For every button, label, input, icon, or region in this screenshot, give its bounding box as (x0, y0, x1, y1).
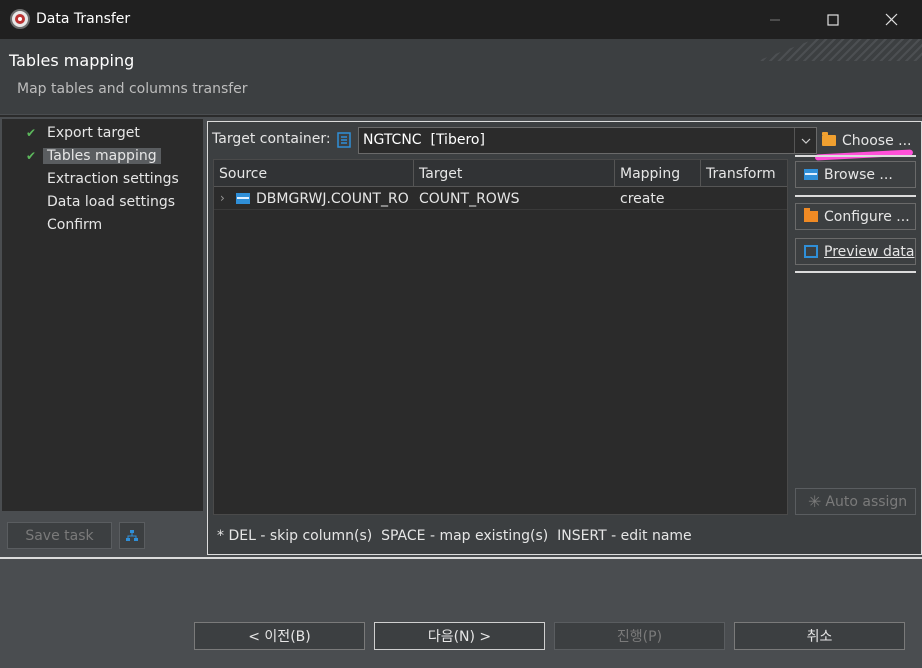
side-separator (795, 195, 916, 197)
folder-icon (804, 208, 818, 222)
wizard-navigation: ✔ Export target ✔ Tables mapping Extract… (2, 119, 203, 511)
cancel-button[interactable]: 취소 (734, 622, 905, 650)
wizard-header: Tables mapping Map tables and columns tr… (0, 39, 922, 114)
maximize-icon (827, 13, 839, 26)
header-divider (0, 115, 922, 117)
check-icon: ✔ (26, 149, 37, 163)
configure-button-label: Configure ... (824, 208, 910, 225)
target-container-value: NGTCNC [Tibero] (363, 132, 485, 148)
header-decoration (757, 39, 922, 61)
table-icon (236, 193, 250, 204)
close-icon (885, 13, 897, 26)
nav-item-export-target[interactable]: ✔ Export target (2, 122, 140, 144)
save-task-button[interactable]: Save task (7, 522, 112, 549)
close-button[interactable] (862, 0, 920, 39)
nav-item-label: Data load settings (47, 194, 176, 210)
mapping-cell[interactable]: create (620, 187, 700, 210)
nav-item-label: Confirm (47, 217, 103, 233)
target-container-select[interactable]: NGTCNC [Tibero] (358, 127, 817, 154)
preview-data-button-label: Preview data (824, 243, 915, 260)
source-cell: DBMGRWJ.COUNT_RO (236, 187, 412, 210)
nav-item-extraction-settings[interactable]: Extraction settings (2, 168, 179, 190)
target-container-label: Target container: (212, 131, 331, 147)
column-header-transform[interactable]: Transform (701, 160, 787, 187)
app-logo-icon (10, 9, 30, 29)
keyboard-hint: * DEL - skip column(s) SPACE - map exist… (217, 528, 692, 544)
column-header-mapping[interactable]: Mapping (615, 160, 701, 187)
nav-item-confirm[interactable]: Confirm (2, 214, 102, 236)
minimize-icon (770, 19, 780, 20)
save-task-config-button[interactable] (119, 522, 145, 549)
auto-assign-button-label: Auto assign (825, 493, 908, 510)
side-separator (795, 155, 916, 157)
title-bar: Data Transfer (0, 0, 922, 39)
preview-data-button[interactable]: Preview data (795, 238, 916, 265)
nav-item-label: Export target (47, 125, 140, 141)
configure-button[interactable]: Configure ... (795, 203, 916, 230)
mapping-table[interactable]: Source Target Mapping Transform › DBMGRW… (213, 159, 788, 515)
footer-divider (0, 557, 922, 559)
source-cell-text: DBMGRWJ.COUNT_RO (256, 190, 409, 207)
choose-button-label: Choose ... (842, 132, 912, 149)
column-header-target[interactable]: Target (414, 160, 615, 187)
choose-button[interactable]: Choose ... (822, 129, 912, 152)
side-separator (795, 271, 916, 273)
browse-button-label: Browse ... (824, 166, 893, 183)
table-header: Source Target Mapping Transform (214, 160, 787, 187)
asterisk-icon: ✳ (808, 492, 822, 511)
browse-button[interactable]: Browse ... (795, 161, 916, 188)
next-button[interactable]: 다음(N) > (374, 622, 545, 650)
minimize-button[interactable] (746, 0, 804, 39)
nav-item-tables-mapping[interactable]: ✔ Tables mapping (2, 145, 161, 167)
chevron-down-icon[interactable] (794, 128, 816, 153)
hierarchy-icon (126, 529, 138, 541)
page-description: Map tables and columns transfer (17, 81, 248, 97)
nav-item-label: Tables mapping (43, 148, 161, 164)
chevron-right-icon[interactable]: › (220, 191, 225, 205)
nav-item-data-load-settings[interactable]: Data load settings (2, 191, 175, 213)
preview-icon (804, 245, 818, 258)
auto-assign-button[interactable]: ✳ Auto assign (795, 488, 916, 515)
window-title: Data Transfer (36, 11, 131, 27)
database-icon (337, 132, 351, 148)
back-button[interactable]: < 이전(B) (194, 622, 365, 650)
table-row[interactable]: › DBMGRWJ.COUNT_RO COUNT_ROWS create (214, 187, 787, 210)
nav-item-label: Extraction settings (47, 171, 179, 187)
page-title: Tables mapping (9, 51, 135, 70)
target-cell[interactable]: COUNT_ROWS (419, 187, 614, 210)
check-icon: ✔ (26, 126, 37, 140)
folder-icon (822, 132, 836, 146)
maximize-button[interactable] (804, 0, 862, 39)
column-header-source[interactable]: Source (214, 160, 414, 187)
proceed-button[interactable]: 진행(P) (554, 622, 725, 650)
transform-cell[interactable] (706, 187, 786, 210)
table-icon (804, 169, 818, 180)
